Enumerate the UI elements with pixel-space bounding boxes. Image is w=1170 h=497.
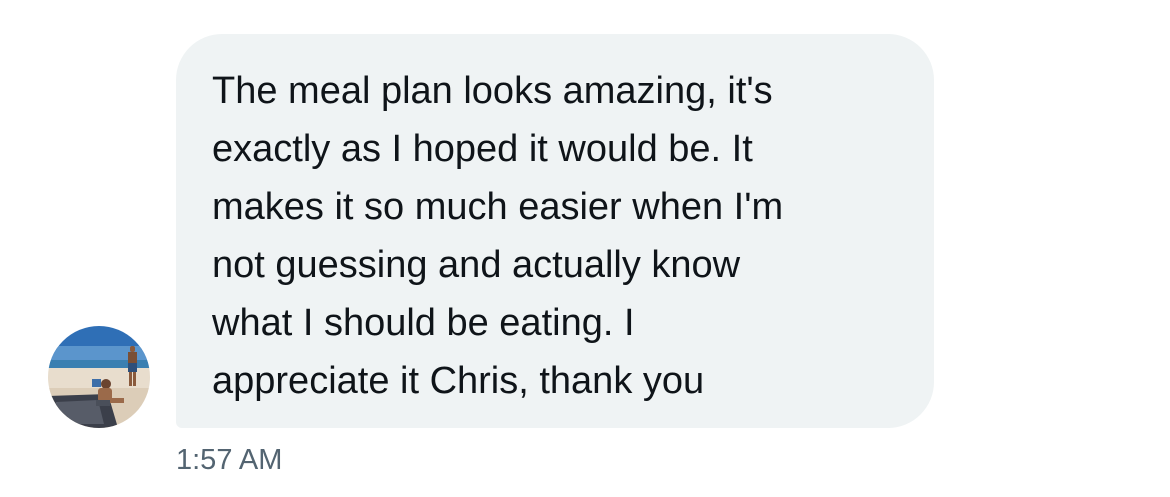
message-text: The meal plan looks amazing, it's exactl… bbox=[212, 70, 784, 402]
sender-avatar[interactable] bbox=[48, 326, 150, 428]
message-bubble[interactable]: The meal plan looks amazing, it's exactl… bbox=[176, 34, 934, 428]
message-timestamp: 1:57 AM bbox=[176, 444, 283, 476]
beach-photo-avatar-image bbox=[48, 326, 150, 428]
